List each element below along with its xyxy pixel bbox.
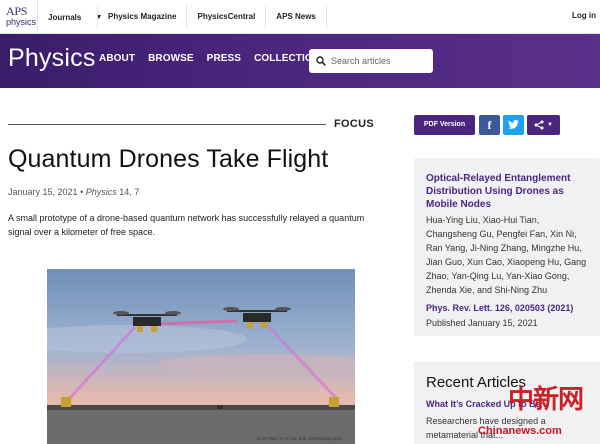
aps-logo-subtext: physics [6, 17, 37, 27]
caret-down-icon: ▼ [547, 122, 553, 128]
top-nav: Physics Magazine PhysicsCentral APS News [97, 0, 327, 34]
nav-press[interactable]: PRESS [207, 53, 241, 64]
search-box[interactable] [309, 49, 433, 73]
top-nav-physics-magazine[interactable]: Physics Magazine [97, 6, 186, 28]
aps-logo[interactable]: APS physics [6, 4, 36, 30]
journal-name[interactable]: Physics [86, 187, 117, 197]
facebook-icon: f [487, 118, 492, 132]
pdf-version-button[interactable]: PDF Version [414, 115, 475, 135]
article-lede: A small prototype of a drone-based quant… [8, 213, 365, 237]
share-icon [534, 120, 544, 130]
related-paper-card: Optical-Relayed Entanglement Distributio… [414, 158, 600, 336]
watermark-chinese: 中新网 [508, 385, 584, 415]
article-title: Quantum Drones Take Flight [8, 145, 329, 173]
top-nav-aps-news[interactable]: APS News [265, 6, 327, 28]
share-menu-button[interactable]: ▼ [527, 115, 560, 135]
main-header: Physics ABOUT BROWSE PRESS COLLECTIONS [0, 34, 600, 88]
top-utility-bar: APS physics Journals ▼ Physics Magazine … [0, 0, 600, 34]
journal-volume[interactable]: 14, 7 [119, 187, 139, 197]
twitter-share-button[interactable] [503, 115, 524, 135]
physics-brand-logo[interactable]: Physics [8, 44, 96, 73]
search-icon [316, 56, 326, 66]
top-nav-physicscentral[interactable]: PhysicsCentral [186, 6, 265, 28]
related-paper-title[interactable]: Optical-Relayed Entanglement Distributio… [426, 172, 596, 211]
watermark-english: Chinanews.com [478, 425, 562, 437]
related-paper-reference[interactable]: Phys. Rev. Lett. 126, 020503 (2021) [426, 303, 573, 313]
drones-photo [47, 269, 355, 444]
section-divider [8, 124, 326, 125]
journals-dropdown[interactable]: Journals ▼ [37, 0, 102, 34]
image-credit: X.-H. Tian, H.-Y. Liu, & Z. Xie/Nanjing … [257, 436, 343, 441]
search-input[interactable] [331, 56, 429, 66]
twitter-icon [508, 120, 519, 129]
login-link[interactable]: Log in [572, 11, 596, 20]
meta-separator: • [80, 187, 84, 197]
related-paper-published: Published January 15, 2021 [426, 318, 538, 328]
facebook-share-button[interactable]: f [479, 115, 500, 135]
article-figure [47, 269, 355, 444]
related-paper-authors: Hua-Ying Liu, Xiao-Hui Tian, Changsheng … [426, 215, 587, 295]
article-meta: January 15, 2021 • Physics 14, 7 [8, 187, 139, 197]
section-label[interactable]: FOCUS [334, 118, 374, 130]
main-nav: ABOUT BROWSE PRESS COLLECTIONS [99, 53, 340, 64]
article-date: January 15, 2021 [8, 187, 78, 197]
nav-browse[interactable]: BROWSE [148, 53, 194, 64]
journals-label: Journals [48, 12, 82, 22]
nav-about[interactable]: ABOUT [99, 53, 135, 64]
